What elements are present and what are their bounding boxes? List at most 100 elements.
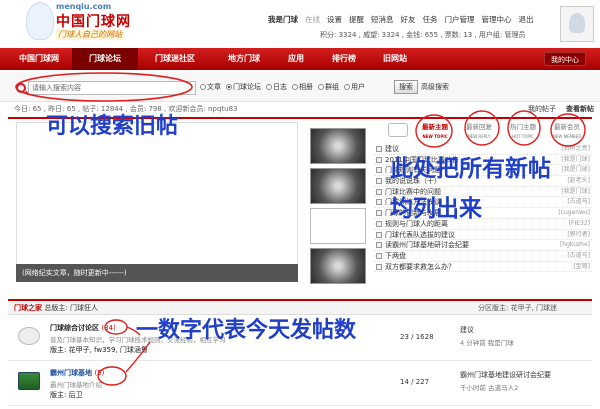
my-center-button[interactable]: 我的中心 bbox=[544, 52, 586, 66]
topic-tabs: 最新主题 NEW TOPIC 最新回复 NEW REPLY 热门主题 HOT TOPI… bbox=[414, 122, 592, 144]
nav-item-apps[interactable]: 应用 bbox=[278, 48, 314, 70]
topic-author[interactable]: [赵老头] bbox=[567, 176, 590, 186]
topic-title[interactable]: 门球比赛中的问题 bbox=[385, 188, 441, 196]
online-status[interactable]: 在线 bbox=[305, 14, 320, 25]
topic-title[interactable]: 双方都要求救怎么办？ bbox=[385, 263, 455, 271]
forum-counts: 23 / 1628 bbox=[400, 333, 434, 341]
forum-description: 霸州门球基地介绍 bbox=[50, 381, 102, 389]
tab-new-topic[interactable]: 最新主题 NEW TOPIC bbox=[414, 122, 456, 142]
topic-author[interactable]: [hgkuzhe] bbox=[560, 240, 590, 250]
nav-item-community[interactable]: 门球迷社区 bbox=[140, 48, 210, 70]
topic-title[interactable]: 读霸州门球基地研讨会纪要 bbox=[385, 241, 469, 249]
slide-thumbnail[interactable] bbox=[310, 248, 366, 284]
topic-author[interactable]: [cugenwo] bbox=[558, 208, 590, 218]
logout-link[interactable]: 退出 bbox=[519, 14, 534, 25]
scope-label: 门球论坛 bbox=[233, 83, 261, 91]
topic-title[interactable]: 建议 bbox=[385, 145, 399, 153]
annotation-today-count: 一数字代表今天发帖数 bbox=[136, 318, 357, 343]
topic-author[interactable]: [FIE32] bbox=[569, 219, 590, 229]
slide-thumbnail[interactable] bbox=[310, 128, 366, 164]
slide-thumbnail[interactable] bbox=[310, 208, 366, 244]
bullet-icon bbox=[376, 231, 382, 238]
annotation-new-posts-line2: 均列出来 bbox=[390, 196, 482, 222]
forum-section-header: 门球之家 总版主: 门球狂人 分区版主: 花甲子, 门球迷 bbox=[8, 299, 592, 315]
tab-hot-topic[interactable]: 热门主题 HOT TOPIC bbox=[502, 122, 544, 142]
slideshow[interactable] bbox=[16, 122, 298, 282]
list-item[interactable]: 门球代表队选拔的建议 [郭行者] bbox=[374, 230, 592, 241]
radio-icon bbox=[200, 84, 206, 90]
topic-author[interactable]: [郭行者] bbox=[567, 230, 590, 240]
section-moderators: 分区版主: 花甲子, 门球迷 bbox=[478, 304, 558, 312]
slideshow-caption: (网络纪实文章，随时更新中------) bbox=[16, 264, 298, 282]
last-post-info: 4 分钟前 我是门球 bbox=[460, 339, 514, 347]
tasks-link[interactable]: 任务 bbox=[423, 14, 438, 25]
nav-item-ranking[interactable]: 排行榜 bbox=[318, 48, 370, 70]
list-item[interactable]: 双方都要求救怎么办？ [宝瑕] bbox=[374, 262, 592, 273]
topic-author[interactable]: [宝瑕] bbox=[573, 262, 590, 272]
tab-sublabel: NEW MEMBER bbox=[552, 134, 582, 139]
avatar[interactable] bbox=[560, 6, 594, 42]
scope-label: 文章 bbox=[207, 83, 221, 91]
forum-name[interactable]: 霸州门球基地 (5) bbox=[50, 368, 104, 378]
view-new-posts-link[interactable]: 查看新帖 bbox=[566, 104, 594, 114]
scope-option-blog[interactable]: 日志 bbox=[266, 82, 287, 92]
my-posts-link[interactable]: 我的帖子 bbox=[528, 104, 556, 114]
topic-author[interactable]: [古道马] bbox=[567, 251, 590, 261]
friends-link[interactable]: 好友 bbox=[401, 14, 416, 25]
forum-title[interactable]: 门球综合讨论区 bbox=[50, 324, 99, 332]
scope-option-group[interactable]: 群组 bbox=[318, 82, 339, 92]
tab-label: 最新主题 bbox=[422, 123, 448, 131]
search-button[interactable]: 搜索 bbox=[394, 80, 418, 94]
site-url: menqiu.com bbox=[56, 2, 112, 11]
forum-title[interactable]: 霸州门球基地 bbox=[50, 369, 92, 377]
list-item[interactable]: 建议 [石树之亮] bbox=[374, 144, 592, 155]
messages-link[interactable]: 短消息 bbox=[371, 14, 394, 25]
section-title[interactable]: 门球之家 总版主: 门球狂人 bbox=[14, 301, 98, 315]
forum-name[interactable]: 门球综合讨论区 (34) bbox=[50, 323, 116, 333]
nav-item-old-site[interactable]: 旧网站 bbox=[372, 48, 418, 70]
scope-label: 日志 bbox=[273, 83, 287, 91]
username-link[interactable]: 我是门球 bbox=[268, 14, 298, 25]
last-post-title[interactable]: 霸州门球基地建设研讨会纪要 bbox=[460, 370, 551, 380]
topic-author[interactable]: [我是门球] bbox=[561, 187, 590, 197]
last-post-title[interactable]: 建议 bbox=[460, 325, 474, 335]
topic-author[interactable]: [古道马] bbox=[567, 197, 590, 207]
scope-option-user[interactable]: 用户 bbox=[344, 82, 365, 92]
reminder-link[interactable]: 提醒 bbox=[349, 14, 364, 25]
tab-new-reply[interactable]: 最新回复 NEW REPLY bbox=[458, 122, 500, 142]
bullet-icon bbox=[376, 178, 382, 185]
list-item[interactable]: 下两盘 [古道马] bbox=[374, 251, 592, 262]
user-stats: 积分: 3324 , 威望: 3324 , 金钱: 655 , 票数: 13 ,… bbox=[320, 31, 526, 39]
bullet-icon bbox=[376, 210, 382, 217]
topic-author[interactable]: [我是门球] bbox=[561, 155, 590, 165]
nav-item-forum[interactable]: 门球论坛 bbox=[72, 48, 138, 70]
scope-label: 群组 bbox=[325, 83, 339, 91]
topic-title[interactable]: 下两盘 bbox=[385, 252, 406, 260]
radio-icon bbox=[292, 84, 298, 90]
scope-option-article[interactable]: 文章 bbox=[200, 82, 221, 92]
topic-author[interactable]: [石树之亮] bbox=[561, 144, 590, 154]
site-header: menqiu.com 中国门球网 门球人自己的网站 我是门球 在线 设置 提醒 … bbox=[0, 0, 600, 48]
main-nav: 中国门球网 门球论坛 门球迷社区 地方门球 应用 排行榜 旧网站 我的中心 bbox=[0, 48, 600, 70]
topic-title[interactable]: 门球代表队选拔的建议 bbox=[385, 231, 455, 239]
site-logo[interactable]: menqiu.com 中国门球网 门球人自己的网站 bbox=[26, 2, 158, 44]
search-scope-options: 文章 门球论坛 日志 相册 群组 用户 bbox=[200, 82, 365, 92]
scope-option-forum[interactable]: 门球论坛 bbox=[226, 82, 261, 92]
bullet-icon bbox=[376, 188, 382, 195]
advanced-search-link[interactable]: 高级搜索 bbox=[421, 82, 449, 92]
nav-item-home[interactable]: 中国门球网 bbox=[8, 48, 70, 70]
search-input[interactable]: 请输入搜索内容 bbox=[28, 81, 196, 95]
settings-link[interactable]: 设置 bbox=[327, 14, 342, 25]
list-item[interactable]: 读霸州门球基地研讨会纪要 [hgkuzhe] bbox=[374, 240, 592, 251]
portal-admin-link[interactable]: 门户管理 bbox=[445, 14, 475, 25]
scope-option-album[interactable]: 相册 bbox=[292, 82, 313, 92]
tab-label: 热门主题 bbox=[510, 123, 536, 131]
top-nav: 我是门球 在线 设置 提醒 短消息 好友 任务 门户管理 管理中心 退出 bbox=[268, 14, 534, 25]
slide-thumbnail[interactable] bbox=[310, 168, 366, 204]
nav-item-local[interactable]: 地方门球 bbox=[212, 48, 276, 70]
forum-image-icon bbox=[18, 372, 40, 390]
tab-new-member[interactable]: 最新会员 NEW MEMBER bbox=[546, 122, 588, 142]
forum-row[interactable]: 霸州门球基地 (5) 霸州门球基地介绍 版主: 后卫 14 / 227 霸州门球… bbox=[8, 362, 592, 406]
admin-center-link[interactable]: 管理中心 bbox=[482, 14, 512, 25]
topic-author[interactable]: [我是门球] bbox=[561, 165, 590, 175]
